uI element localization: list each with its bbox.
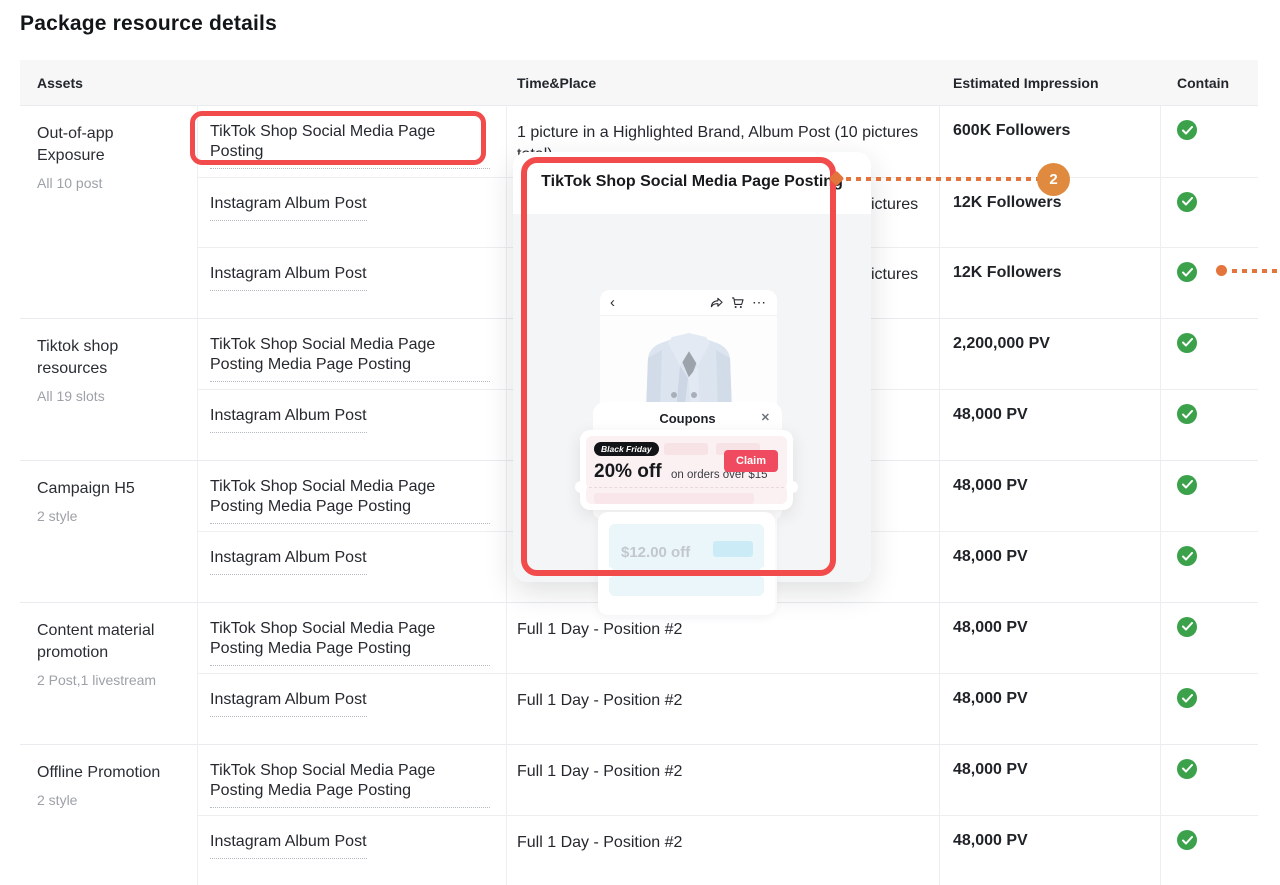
impression-value: 12K Followers (940, 248, 1161, 318)
page-title: Package resource details (20, 12, 277, 36)
group-name: Out-of-app Exposure (37, 123, 183, 167)
contain-check-icon (1177, 688, 1197, 708)
impression-value: 48,000 PV (940, 461, 1161, 532)
impression-value: 48,000 PV (940, 674, 1161, 744)
asset-name-link[interactable]: Instagram Album Post (210, 832, 367, 859)
coupon-card-secondary: $12.00 off (598, 512, 775, 615)
asset-name-link[interactable]: Instagram Album Post (210, 690, 367, 717)
column-header-time-place: Time&Place (507, 75, 940, 91)
asset-name-link[interactable]: TikTok Shop Social Media Page Posting Me… (210, 619, 490, 666)
group-subtext: All 10 post (37, 175, 183, 191)
table-header-row: Assets Time&Place Estimated Impression C… (20, 60, 1258, 105)
leader-dotted-line (846, 177, 1038, 181)
group-name: Tiktok shop resources (37, 336, 183, 380)
second-offer-text: $12.00 off (621, 544, 690, 561)
leader-dot (1216, 265, 1227, 276)
contain-check-icon (1177, 617, 1197, 637)
asset-name-link[interactable]: TikTok Shop Social Media Page Posting Me… (210, 335, 490, 382)
phone-top-bar: ‹ ⋯ (600, 290, 777, 316)
asset-name-link[interactable]: TikTok Shop Social Media Page Posting Me… (210, 761, 490, 808)
group-subtext: 2 Post,1 livestream (37, 672, 183, 688)
impression-value: 48,000 PV (940, 816, 1161, 885)
group-name: Campaign H5 (37, 478, 183, 500)
group-subtext: 2 style (37, 508, 183, 524)
group-label-cell: Tiktok shop resources All 19 slots (20, 319, 198, 460)
claim-button: Claim (724, 450, 778, 472)
table-row: Instagram Album Post Full 1 Day - Positi… (198, 815, 1258, 885)
contain-check-icon (1177, 262, 1197, 282)
leader-dotted-line (1232, 269, 1280, 273)
coupons-title: Coupons (659, 411, 715, 426)
column-header-assets: Assets (20, 75, 507, 91)
cart-icon (731, 297, 744, 309)
group-label-cell: Out-of-app Exposure All 10 post (20, 106, 198, 318)
impression-value: 48,000 PV (940, 390, 1161, 460)
impression-value: 2,200,000 PV (940, 319, 1161, 390)
contain-check-icon (1177, 333, 1197, 353)
contain-check-icon (1177, 475, 1197, 495)
time-place-value: Full 1 Day - Position #2 (507, 745, 940, 816)
group-name: Content material promotion (37, 620, 183, 664)
asset-preview-tooltip: TikTok Shop Social Media Page Posting ‹ … (513, 152, 871, 582)
asset-name-link[interactable]: TikTok Shop Social Media Page Posting Me… (210, 477, 490, 524)
asset-name-link[interactable]: TikTok Shop Social Media Page Posting (210, 122, 490, 169)
contain-check-icon (1177, 546, 1197, 566)
asset-group-offline-promotion: Offline Promotion 2 style TikTok Shop So… (20, 744, 1258, 885)
product-image (600, 316, 777, 416)
coupons-sheet-header: Coupons ✕ (593, 402, 782, 426)
share-icon (710, 297, 723, 309)
contain-check-icon (1177, 830, 1197, 850)
column-header-contain: Contain (1161, 75, 1258, 91)
coupon-card-primary: Black Friday 20% off on orders over $15 … (580, 430, 793, 510)
tooltip-body: ‹ ⋯ (513, 214, 871, 582)
contain-check-icon (1177, 120, 1197, 140)
table-row: TikTok Shop Social Media Page Posting Me… (198, 745, 1258, 816)
asset-group-content-material-promotion: Content material promotion 2 Post,1 live… (20, 602, 1258, 744)
coupon-offer-text: 20% off (594, 461, 662, 483)
tooltip-title: TikTok Shop Social Media Page Posting (513, 152, 871, 214)
asset-name-link[interactable]: Instagram Album Post (210, 548, 367, 575)
close-icon: ✕ (761, 411, 770, 424)
group-label-cell: Offline Promotion 2 style (20, 745, 198, 885)
time-place-value: Full 1 Day - Position #2 (507, 674, 940, 744)
column-header-estimated-impression: Estimated Impression (940, 75, 1161, 91)
contain-check-icon (1177, 759, 1197, 779)
more-icon: ⋯ (752, 294, 767, 311)
impression-value: 48,000 PV (940, 745, 1161, 816)
coupon-divider (613, 572, 760, 573)
placeholder-bar (664, 443, 708, 455)
group-label-cell: Campaign H5 2 style (20, 461, 198, 602)
impression-value: 48,000 PV (940, 603, 1161, 674)
asset-name-link[interactable]: Instagram Album Post (210, 264, 367, 291)
group-subtext: All 19 slots (37, 388, 183, 404)
group-subtext: 2 style (37, 792, 183, 808)
back-icon: ‹ (610, 295, 615, 310)
placeholder-button (713, 541, 753, 557)
group-name: Offline Promotion (37, 762, 183, 784)
placeholder-bar (594, 493, 754, 504)
asset-name-link[interactable]: Instagram Album Post (210, 406, 367, 433)
contain-check-icon (1177, 404, 1197, 424)
impression-value: 48,000 PV (940, 532, 1161, 602)
package-resource-details-page: Package resource details Assets Time&Pla… (0, 0, 1280, 885)
contain-check-icon (1177, 192, 1197, 212)
group-label-cell: Content material promotion 2 Post,1 live… (20, 603, 198, 744)
step-number-badge: 2 (1037, 163, 1070, 196)
asset-name-link[interactable]: Instagram Album Post (210, 194, 367, 221)
black-friday-badge: Black Friday (594, 442, 659, 456)
time-place-value: Full 1 Day - Position #2 (507, 816, 940, 885)
coupon-divider (589, 487, 784, 488)
table-row: Instagram Album Post Full 1 Day - Positi… (198, 673, 1258, 744)
